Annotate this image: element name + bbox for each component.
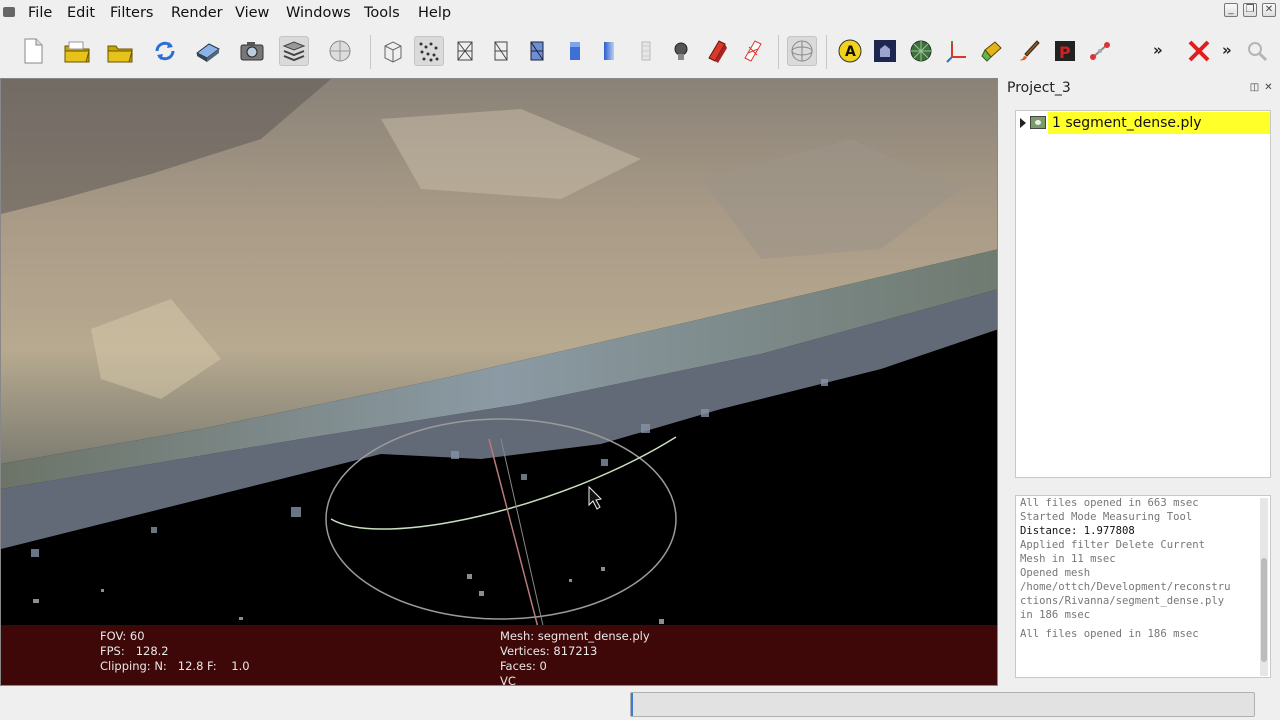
log-line: Mesh in 11 msec xyxy=(1020,553,1116,565)
points-icon[interactable] xyxy=(414,36,444,66)
decorator-icon[interactable] xyxy=(870,36,900,66)
sphere-icon[interactable] xyxy=(906,36,936,66)
visibility-eye-icon[interactable] xyxy=(1030,116,1046,129)
bounding-box-icon[interactable] xyxy=(378,36,408,66)
app-icon xyxy=(3,7,15,17)
float-panel-button[interactable]: ◫ xyxy=(1249,83,1260,94)
axis-icon[interactable] xyxy=(942,36,972,66)
pick-points-icon[interactable]: P xyxy=(1050,36,1080,66)
menu-edit[interactable]: Edit xyxy=(67,5,95,21)
log-line: Distance: 1.977808 xyxy=(1020,525,1135,537)
measure-icon[interactable] xyxy=(1086,36,1116,66)
restore-button[interactable]: ❐ xyxy=(1243,3,1257,17)
menu-bar: File Edit Filters Render View Windows Tools Hel… xyxy=(0,0,1280,27)
menu-tools[interactable]: Tools xyxy=(364,5,400,21)
back-face-icon[interactable] xyxy=(702,36,732,66)
layer-list: 1 segment_dense.ply xyxy=(1015,110,1271,478)
paint-icon[interactable] xyxy=(977,36,1007,66)
brush-icon[interactable] xyxy=(1013,36,1043,66)
fps-readout: FPS: 128.2 xyxy=(100,644,169,658)
search-icon[interactable] xyxy=(1242,36,1272,66)
progress-bar xyxy=(630,692,1255,717)
toolbar-overflow-2[interactable]: » xyxy=(1222,41,1232,59)
menu-filters[interactable]: Filters xyxy=(110,5,153,21)
vc-readout: VC xyxy=(500,674,516,686)
log-scrollbar[interactable] xyxy=(1260,498,1268,676)
export-mesh-icon[interactable] xyxy=(193,36,223,66)
log-line: ctions/Rivanna/segment_dense.ply xyxy=(1020,595,1225,607)
log-line: Opened mesh xyxy=(1020,567,1091,579)
log-scrollbar-thumb[interactable] xyxy=(1261,558,1267,662)
hidden-lines-icon[interactable] xyxy=(486,36,516,66)
log-line: Applied filter Delete Current xyxy=(1020,539,1205,551)
minimize-button[interactable]: _ xyxy=(1224,3,1238,17)
log-line: /home/ottch/Development/reconstru xyxy=(1020,581,1231,593)
toolbar-overflow-1[interactable]: » xyxy=(1153,41,1163,59)
annotation-icon[interactable]: A xyxy=(835,36,865,66)
trackball-icon[interactable] xyxy=(787,36,817,66)
log-line: in 186 msec xyxy=(1020,609,1091,621)
window-controls: _ ❐ ✕ xyxy=(1224,3,1276,17)
texture-icon[interactable] xyxy=(631,36,661,66)
menu-render[interactable]: Render xyxy=(171,5,223,21)
log-line: Started Mode Measuring Tool xyxy=(1020,511,1193,523)
close-button[interactable]: ✕ xyxy=(1262,3,1276,17)
log-line: All files opened in 186 msec xyxy=(1020,628,1199,640)
log-panel: All files opened in 663 msec Started Mode… xyxy=(1015,495,1271,678)
3d-viewport[interactable]: FOV: 60 FPS: 128.2 Clipping: N: 12.8 F: … xyxy=(0,78,998,686)
wireframe-icon[interactable] xyxy=(450,36,480,66)
delete-icon[interactable] xyxy=(1184,36,1214,66)
import-mesh-icon[interactable] xyxy=(105,36,135,66)
log-line: All files opened in 663 msec xyxy=(1020,497,1199,509)
flat-lines-icon[interactable] xyxy=(522,36,552,66)
double-side-icon[interactable] xyxy=(738,36,768,66)
progress-fill xyxy=(631,693,633,716)
point-cloud-render xyxy=(1,79,997,681)
reload-icon[interactable] xyxy=(150,36,180,66)
svg-text:A: A xyxy=(845,44,856,60)
menu-help[interactable]: Help xyxy=(418,5,451,21)
expand-arrow-icon[interactable] xyxy=(1020,118,1026,128)
close-panel-button[interactable]: ✕ xyxy=(1263,83,1274,94)
layer-dialog-icon[interactable] xyxy=(279,36,309,66)
menu-file[interactable]: File xyxy=(28,5,52,21)
fov-readout: FOV: 60 xyxy=(100,629,145,643)
layer-label[interactable]: 1 segment_dense.ply xyxy=(1048,112,1270,134)
vertices-readout: Vertices: 817213 xyxy=(500,644,598,658)
menu-view[interactable]: View xyxy=(235,5,269,21)
snapshot-icon[interactable] xyxy=(237,36,267,66)
clipping-readout: Clipping: N: 12.8 F: 1.0 xyxy=(100,659,250,673)
show-raster-icon[interactable] xyxy=(325,36,355,66)
layer-row[interactable]: 1 segment_dense.ply xyxy=(1016,112,1270,134)
open-project-icon[interactable] xyxy=(62,36,92,66)
flat-icon[interactable] xyxy=(560,36,590,66)
smooth-icon[interactable] xyxy=(594,36,624,66)
menu-windows[interactable]: Windows xyxy=(286,5,351,21)
viewport-info-bar: FOV: 60 FPS: 128.2 Clipping: N: 12.8 F: … xyxy=(1,625,997,686)
mesh-name-readout: Mesh: segment_dense.ply xyxy=(500,629,650,643)
faces-readout: Faces: 0 xyxy=(500,659,547,673)
new-project-icon[interactable] xyxy=(18,36,48,66)
lighting-icon[interactable] xyxy=(666,36,696,66)
project-title: Project_3 xyxy=(1007,80,1071,96)
toolbar: A P » » xyxy=(0,27,1280,77)
svg-text:P: P xyxy=(1059,43,1071,62)
